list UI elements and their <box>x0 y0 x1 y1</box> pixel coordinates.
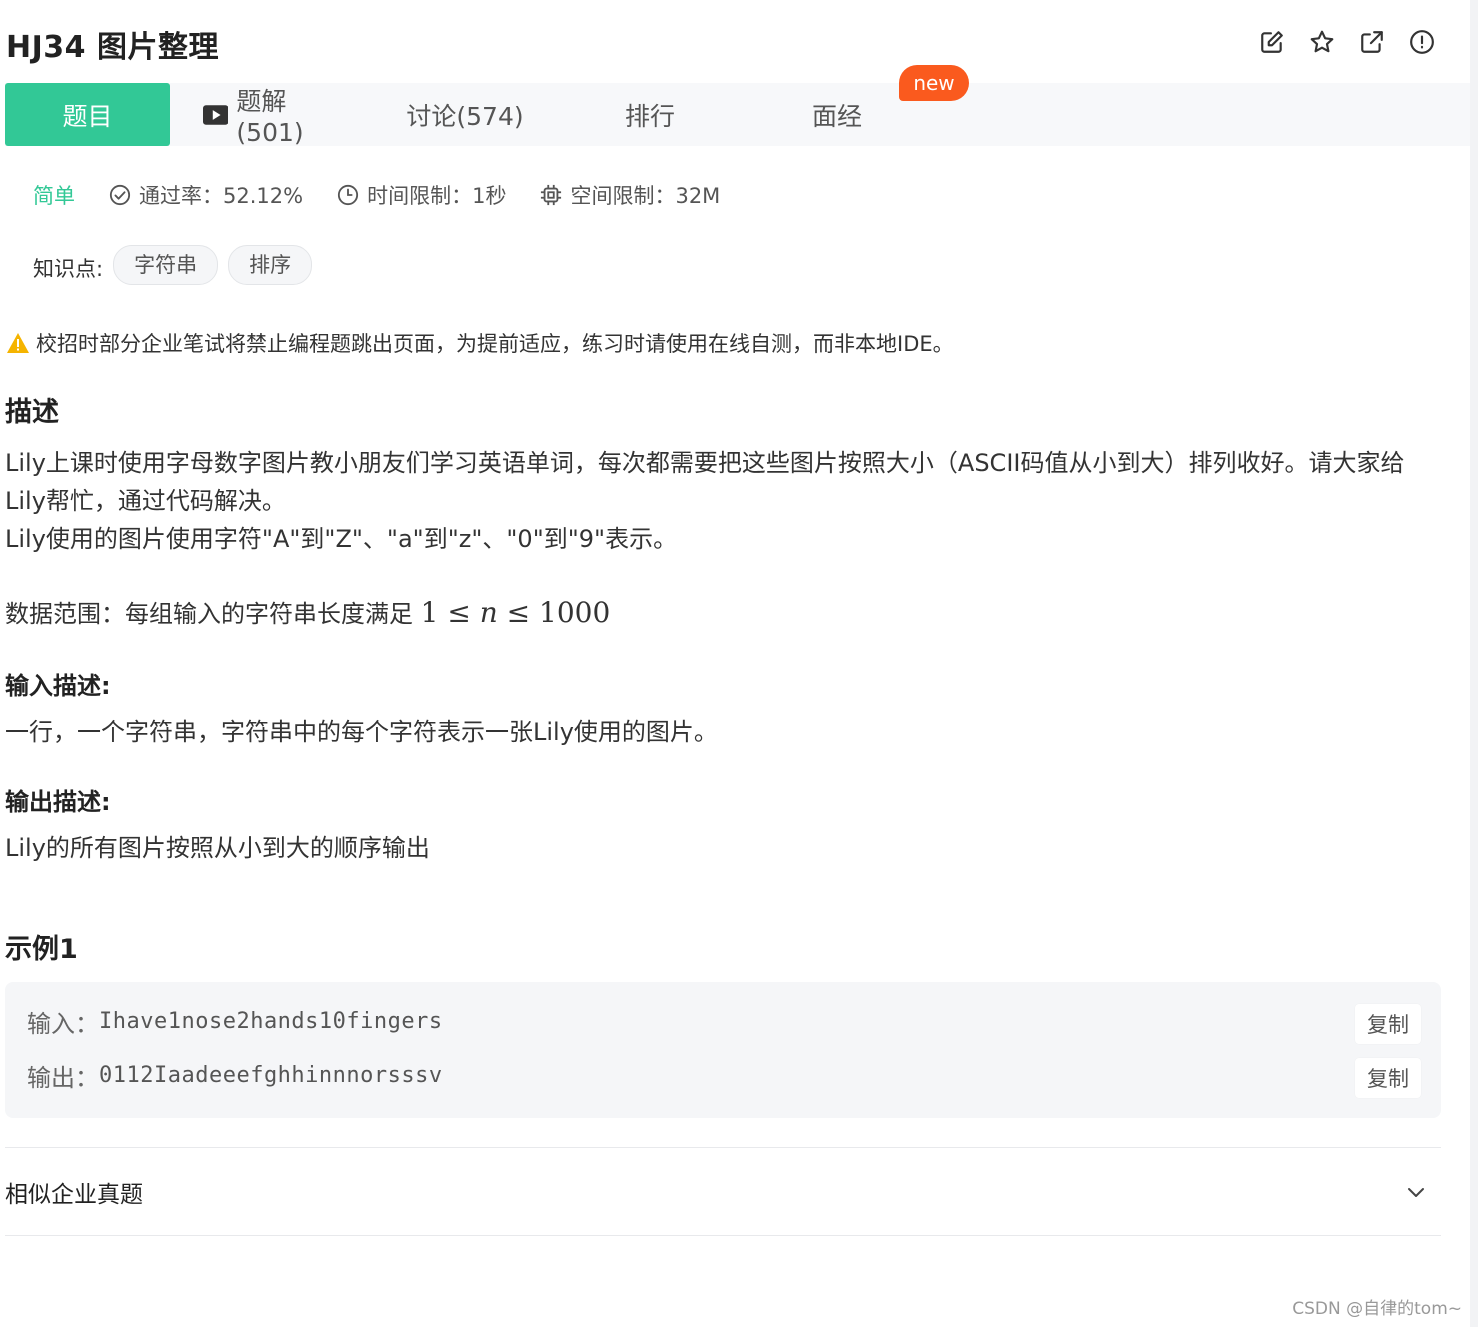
description-heading: 描述 <box>5 397 59 428</box>
divider-bottom <box>5 1235 1441 1236</box>
new-badge: new <box>899 65 969 101</box>
data-range-math: 1 ≤ n ≤ 1000 <box>420 596 611 629</box>
description-text-2: Lily使用的图片使用字符"A"到"Z"、"a"到"z"、"0"到"9"表示。 <box>5 525 678 553</box>
pass-rate-text: 通过率：52.12% <box>139 184 304 208</box>
difficulty-label: 简单 <box>33 184 75 208</box>
example-output-row: 输出： 0112Iaadeeefghhinnnorsssv <box>27 1058 443 1093</box>
tab-ranking-label: 排行 <box>624 101 675 131</box>
range-high: 1000 <box>539 596 611 629</box>
page-right-edge <box>1470 0 1478 1327</box>
warning-text: 校招时部分企业笔试将禁止编程题跳出页面，为提前适应，练习时请使用在线自测，而非本… <box>36 332 954 356</box>
pass-rate: 通过率：52.12% <box>109 180 303 210</box>
space-limit: 空间限制：32M <box>540 180 720 210</box>
example-input-value: Ihave1nose2hands10fingers <box>99 1009 443 1034</box>
knowledge-label: 知识点: <box>33 257 104 281</box>
tab-solutions[interactable]: 题解(501) <box>203 83 351 147</box>
problem-meta: 简单 通过率：52.12% 时间限制：1秒 空间限制：32M <box>33 180 754 210</box>
input-desc-text: 一行，一个字符串，字符串中的每个字符表示一张Lily使用的图片。 <box>5 718 718 746</box>
star-icon[interactable] <box>1308 28 1336 56</box>
similar-questions-label[interactable]: 相似企业真题 <box>5 1175 143 1209</box>
knowledge-tag-sort[interactable]: 排序 <box>228 245 313 285</box>
watermark: CSDN @自律的tom~ <box>1292 1299 1462 1319</box>
output-desc-heading: 输出描述: <box>5 788 111 816</box>
example-output-value: 0112Iaadeeefghhinnnorsssv <box>99 1063 443 1088</box>
check-circle-icon <box>109 184 131 206</box>
edit-icon[interactable] <box>1258 28 1286 56</box>
tab-interview[interactable]: 面经 <box>797 83 877 146</box>
warning-icon <box>7 333 29 353</box>
report-icon[interactable] <box>1408 28 1436 56</box>
divider-top <box>5 1147 1441 1148</box>
knowledge-tag-string[interactable]: 字符串 <box>113 245 219 285</box>
tab-solutions-label: 题解(501) <box>236 87 304 147</box>
tab-interview-label: 面经 <box>811 101 862 131</box>
knowledge-points: 知识点: 字符串 排序 <box>33 245 313 285</box>
range-low: 1 <box>420 596 439 629</box>
time-limit-text: 时间限制：1秒 <box>367 184 507 208</box>
tab-ranking[interactable]: 排行 <box>610 83 690 146</box>
range-var: n <box>479 596 498 629</box>
tab-discussion-label: 讨论(574) <box>406 101 524 131</box>
space-limit-text: 空间限制：32M <box>570 184 721 208</box>
description-text-1: Lily上课时使用字母数字图片教小朋友们学习英语单词，每次都需要把这些图片按照大… <box>5 449 1405 515</box>
warning-notice: 校招时部分企业笔试将禁止编程题跳出页面，为提前适应，练习时请使用在线自测，而非本… <box>6 328 954 358</box>
external-link-icon[interactable] <box>1358 28 1386 56</box>
input-desc-heading: 输入描述: <box>5 672 111 700</box>
chip-icon <box>541 184 562 206</box>
time-limit: 时间限制：1秒 <box>337 180 506 210</box>
video-icon <box>203 104 229 125</box>
example-output-label: 输出： <box>27 1064 99 1092</box>
example-input-label: 输入： <box>27 1010 99 1038</box>
problem-title: HJ34 图片整理 <box>6 30 219 65</box>
copy-input-button[interactable]: 复制 <box>1355 1004 1421 1044</box>
example-box: 输入： Ihave1nose2hands10fingers 复制 输出： 011… <box>5 982 1441 1118</box>
example-input-row: 输入： Ihave1nose2hands10fingers <box>27 1004 443 1039</box>
tab-discussion[interactable]: 讨论(574) <box>405 83 525 146</box>
tab-problem[interactable]: 题目 <box>5 83 170 146</box>
data-range: 数据范围：每组输入的字符串长度满足 1 ≤ n ≤ 1000 <box>5 594 1435 633</box>
example-heading: 示例1 <box>5 934 78 965</box>
tabs-bar: 题目 题解(501) 讨论(574) 排行 面经 <box>5 83 1470 147</box>
clock-icon <box>337 184 359 206</box>
output-desc-text: Lily的所有图片按照从小到大的顺序输出 <box>5 834 430 862</box>
tab-problem-label: 题目 <box>62 101 113 131</box>
data-range-prefix: 数据范围：每组输入的字符串长度满足 <box>5 600 421 628</box>
chevron-down-icon[interactable] <box>1404 1180 1428 1204</box>
copy-output-button[interactable]: 复制 <box>1355 1058 1421 1098</box>
header-actions <box>1258 28 1436 56</box>
